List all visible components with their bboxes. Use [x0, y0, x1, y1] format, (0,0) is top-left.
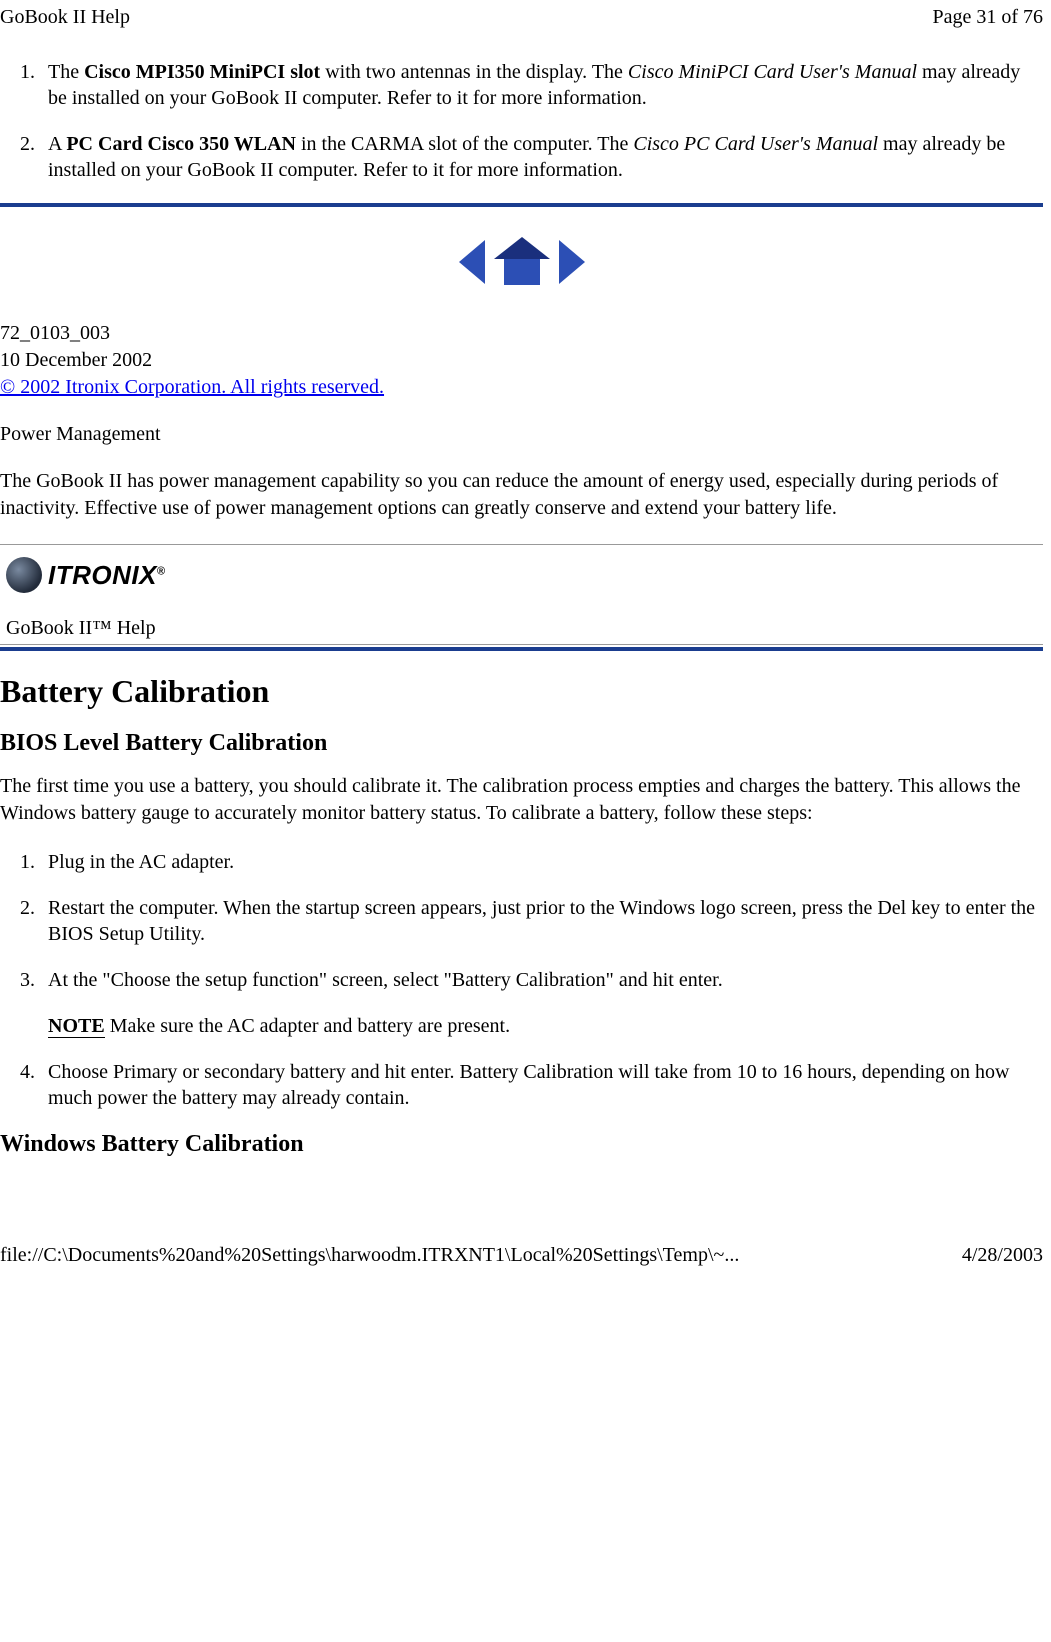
header-title: GoBook II Help [0, 6, 130, 29]
text-fragment: The [48, 61, 84, 83]
power-mgmt-title: Power Management [0, 423, 1043, 446]
list-item: Restart the computer. When the startup s… [40, 895, 1043, 947]
footer-path: file://C:\Documents%20and%20Settings\har… [0, 1244, 739, 1267]
windows-calibration-heading: Windows Battery Calibration [0, 1131, 1043, 1158]
page-header: GoBook II Help Page 31 of 76 [0, 0, 1051, 49]
list-item: Choose Primary or secondary battery and … [40, 1059, 1043, 1111]
text-fragment: in the CARMA slot of the computer. The [296, 133, 633, 155]
list-item: At the "Choose the setup function" scree… [40, 967, 1043, 1039]
top-ordered-list: The Cisco MPI350 MiniPCI slot with two a… [40, 59, 1043, 183]
text-fragment: A [48, 133, 66, 155]
italic-text: Cisco MiniPCI Card User's Manual [628, 61, 917, 83]
note-label: NOTE [48, 1015, 105, 1038]
nav-prev-icon[interactable] [459, 240, 485, 284]
help-label: GoBook II™ Help [6, 617, 1037, 640]
doc-id: 72_0103_003 [0, 320, 1043, 347]
calibration-steps-list: Plug in the AC adapter. Restart the comp… [40, 849, 1043, 1111]
nav-home-icon[interactable] [497, 237, 547, 287]
page-footer: file://C:\Documents%20and%20Settings\har… [0, 1174, 1051, 1273]
list-item: A PC Card Cisco 350 WLAN in the CARMA sl… [40, 131, 1043, 183]
text-fragment: with two antennas in the display. The [320, 61, 628, 83]
power-mgmt-body: The GoBook II has power management capab… [0, 468, 1043, 522]
list-item: The Cisco MPI350 MiniPCI slot with two a… [40, 59, 1043, 111]
note-text: Make sure the AC adapter and battery are… [105, 1015, 510, 1037]
list-item: Plug in the AC adapter. [40, 849, 1043, 875]
doc-info-block: 72_0103_003 10 December 2002 © 2002 Itro… [0, 320, 1043, 401]
bold-text: Cisco MPI350 MiniPCI slot [84, 61, 320, 83]
globe-icon [6, 557, 42, 593]
bios-intro-text: The first time you use a battery, you sh… [0, 773, 1043, 827]
itronix-logo: ITRONIX® [6, 557, 1037, 593]
footer-date: 4/28/2003 [962, 1244, 1043, 1267]
divider [0, 203, 1043, 207]
step-text: At the "Choose the setup function" scree… [48, 967, 1043, 993]
brand-text: ITRONIX® [48, 560, 166, 591]
nav-next-icon[interactable] [559, 240, 585, 284]
bios-calibration-heading: BIOS Level Battery Calibration [0, 730, 1043, 757]
brand-box: ITRONIX® GoBook II™ Help [0, 544, 1043, 645]
bold-text: PC Card Cisco 350 WLAN [66, 133, 296, 155]
battery-calibration-heading: Battery Calibration [0, 673, 1043, 710]
copyright-link[interactable]: © 2002 Itronix Corporation. All rights r… [0, 376, 384, 398]
italic-text: Cisco PC Card User's Manual [633, 133, 878, 155]
doc-date: 10 December 2002 [0, 347, 1043, 374]
divider [0, 647, 1043, 651]
header-page-number: Page 31 of 76 [932, 6, 1043, 29]
nav-icon-bar [0, 237, 1043, 290]
